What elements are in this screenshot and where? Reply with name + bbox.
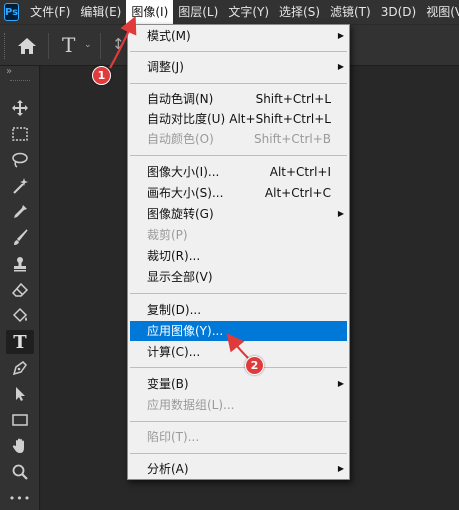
options-separator <box>100 33 101 59</box>
more-tools-icon[interactable]: ••• <box>6 486 34 510</box>
zoom-tool-icon[interactable] <box>6 460 34 484</box>
marquee-tool-icon[interactable] <box>6 122 34 146</box>
menu-layer[interactable]: 图层(L) <box>173 0 223 24</box>
menu-separator <box>130 155 347 156</box>
chevron-down-icon[interactable]: ⌄ <box>84 40 92 50</box>
brush-tool-icon[interactable] <box>6 226 34 250</box>
step-badge-2: 2 <box>245 356 264 375</box>
menu-item-trim[interactable]: 裁切(R)... <box>128 246 349 266</box>
lasso-tool-icon[interactable] <box>6 148 34 172</box>
menu-file[interactable]: 文件(F) <box>25 0 75 24</box>
menu-item-duplicate[interactable]: 复制(D)... <box>128 300 349 320</box>
menu-item-apply-image[interactable]: 应用图像(Y)... <box>130 321 347 341</box>
menu-bar: Ps 文件(F) 编辑(E) 图像(I) 图层(L) 文字(Y) 选择(S) 滤… <box>0 0 459 24</box>
menu-separator <box>130 367 347 368</box>
move-tool-icon[interactable] <box>6 96 34 120</box>
submenu-arrow-icon: ▶ <box>337 62 344 71</box>
submenu-arrow-icon: ▶ <box>337 464 344 473</box>
photoshop-logo: Ps <box>4 3 20 21</box>
stamp-tool-icon[interactable] <box>6 252 34 276</box>
eyedropper-tool-icon[interactable] <box>6 200 34 224</box>
menu-item-reveal-all[interactable]: 显示全部(V) <box>128 267 349 287</box>
menu-separator <box>130 453 347 454</box>
pen-tool-icon[interactable] <box>6 356 34 380</box>
menu-filter[interactable]: 滤镜(T) <box>325 0 376 24</box>
path-selection-tool-icon[interactable] <box>6 382 34 406</box>
paint-bucket-tool-icon[interactable] <box>6 304 34 328</box>
menu-item-mode[interactable]: 模式(M) ▶ <box>128 26 349 46</box>
menu-item-auto-tone[interactable]: 自动色调(N) Shift+Ctrl+L <box>128 89 349 109</box>
collapse-icon[interactable]: » <box>6 66 12 77</box>
text-orientation-icon[interactable]: ↕ <box>112 35 125 53</box>
menu-item-analysis[interactable]: 分析(A) ▶ <box>128 459 349 479</box>
menu-select[interactable]: 选择(S) <box>274 0 325 24</box>
menu-separator <box>130 83 347 84</box>
menu-separator <box>130 51 347 52</box>
type-tool-glyph: T <box>13 331 27 353</box>
menu-item-variables[interactable]: 变量(B) ▶ <box>128 374 349 394</box>
menu-type[interactable]: 文字(Y) <box>223 0 274 24</box>
menu-item-trap: 陷印(T)... <box>147 430 200 444</box>
submenu-arrow-icon: ▶ <box>337 379 344 388</box>
step-badge-1: 1 <box>92 66 111 85</box>
options-bar-grip[interactable] <box>4 33 6 59</box>
type-tool-icon[interactable]: T <box>6 330 34 354</box>
menu-item-canvas-size[interactable]: 画布大小(S)... Alt+Ctrl+C <box>128 183 349 203</box>
menu-item-image-rotation[interactable]: 图像旋转(G) ▶ <box>128 204 349 224</box>
menu-view[interactable]: 视图(V) <box>421 0 459 24</box>
magic-wand-tool-icon[interactable] <box>6 174 34 198</box>
options-separator <box>48 33 49 59</box>
menu-item-auto-color: 自动颜色(O) Shift+Ctrl+B <box>147 132 331 146</box>
menu-image[interactable]: 图像(I) <box>126 0 174 24</box>
eraser-tool-icon[interactable] <box>6 278 34 302</box>
submenu-arrow-icon: ▶ <box>337 31 344 40</box>
menu-item-adjustments[interactable]: 调整(J) ▶ <box>128 57 349 77</box>
menu-item-image-size[interactable]: 图像大小(I)... Alt+Ctrl+I <box>128 162 349 182</box>
hand-tool-icon[interactable] <box>6 434 34 458</box>
tools-panel-grip[interactable] <box>10 80 30 83</box>
rectangle-tool-icon[interactable] <box>6 408 34 432</box>
menu-item-apply-data-set: 应用数据组(L)... <box>147 398 235 412</box>
menu-separator <box>130 293 347 294</box>
menu-item-auto-contrast[interactable]: 自动对比度(U) Alt+Shift+Ctrl+L <box>128 109 349 129</box>
type-tool-preset-icon[interactable]: T <box>62 33 75 57</box>
tools-panel: » T ••• <box>0 66 40 510</box>
submenu-arrow-icon: ▶ <box>337 209 344 218</box>
menu-edit[interactable]: 编辑(E) <box>75 0 126 24</box>
menu-item-calculations[interactable]: 计算(C)... <box>128 342 349 362</box>
menu-separator <box>130 421 347 422</box>
more-tools-glyph: ••• <box>8 491 32 505</box>
menu-item-crop: 裁剪(P) <box>147 228 188 242</box>
home-icon[interactable] <box>16 36 38 56</box>
image-menu-dropdown: 模式(M) ▶ 调整(J) ▶ 自动色调(N) Shift+Ctrl+L 自动对… <box>127 24 350 480</box>
menu-3d[interactable]: 3D(D) <box>376 0 421 24</box>
